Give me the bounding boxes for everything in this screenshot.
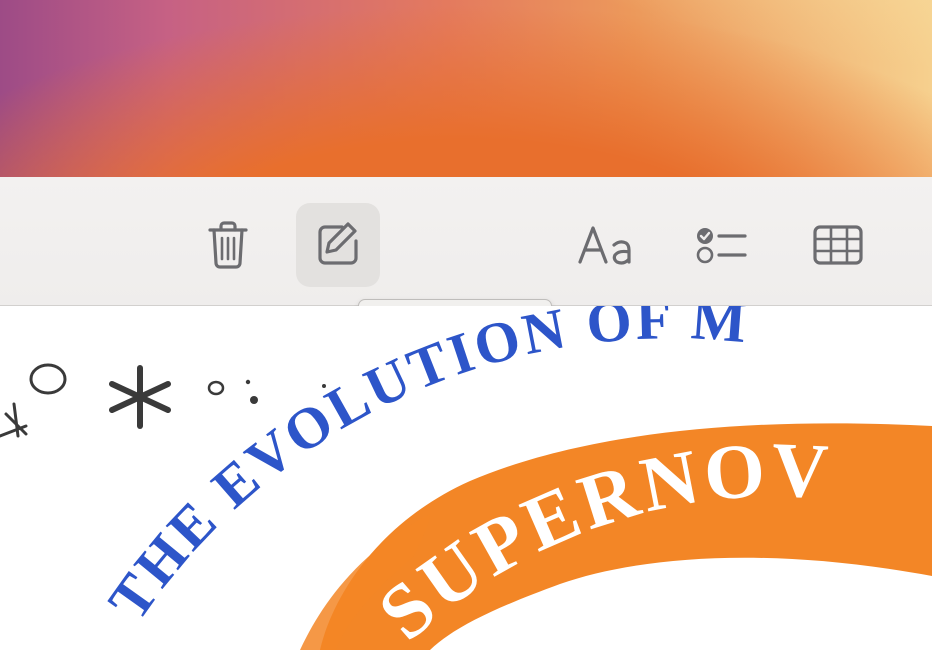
app-window: Create a note	[0, 0, 932, 650]
doodle-stars	[0, 365, 326, 436]
toolbar	[0, 177, 932, 306]
checklist-button[interactable]	[680, 203, 764, 287]
note-drawing: THE EVOLUTION OF M SUPERNOV	[0, 306, 932, 650]
text-format-button[interactable]	[564, 203, 648, 287]
trash-icon	[204, 219, 252, 271]
desktop-wallpaper	[0, 0, 932, 177]
delete-button[interactable]	[186, 203, 270, 287]
checklist-icon	[695, 224, 749, 266]
table-button[interactable]	[796, 203, 880, 287]
new-note-button[interactable]	[296, 203, 380, 287]
compose-icon	[313, 220, 363, 270]
text-format-icon	[576, 222, 636, 268]
note-canvas[interactable]: THE EVOLUTION OF M SUPERNOV	[0, 306, 932, 650]
table-icon	[812, 224, 864, 266]
